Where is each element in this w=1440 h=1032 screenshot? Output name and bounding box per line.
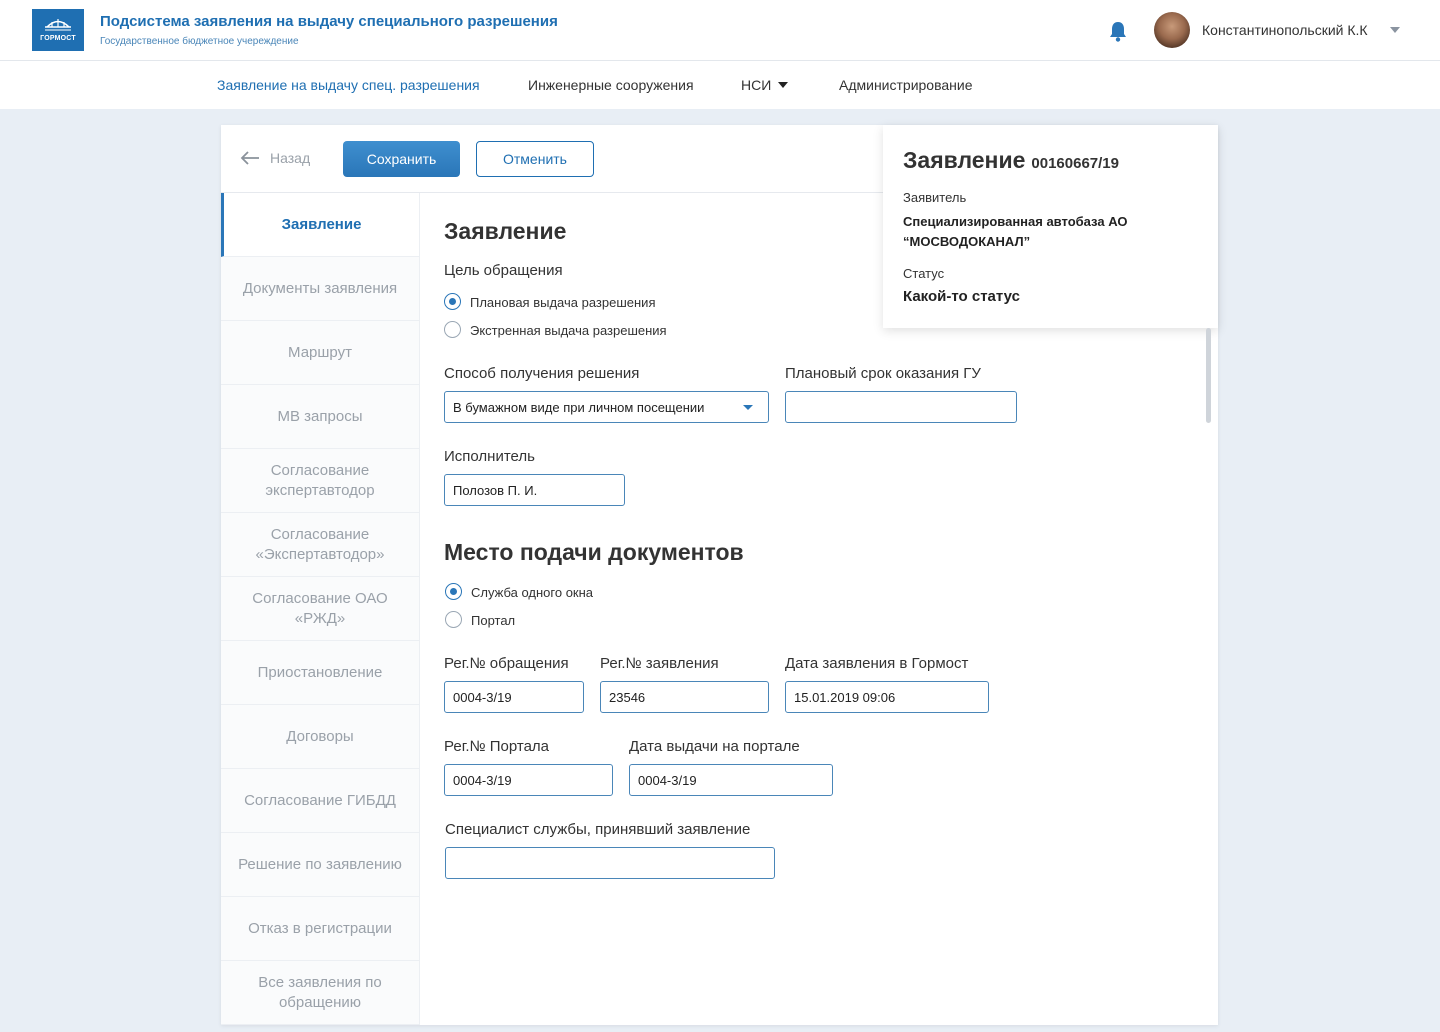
back-button[interactable]: Назад (240, 148, 310, 168)
executor-label: Исполнитель (444, 448, 535, 465)
nav-item-engineering[interactable]: Инженерные сооружения (528, 77, 694, 93)
portal-date-label: Дата выдачи на портале (629, 738, 800, 755)
app-title: Подсистема заявления на выдачу специальн… (100, 13, 558, 30)
reg-statement-label: Рег.№ заявления (600, 655, 719, 672)
specialist-input[interactable] (445, 847, 775, 879)
reg-portal-label: Рег.№ Портала (444, 738, 550, 755)
back-label: Назад (270, 150, 311, 166)
date-label: Дата заявления в Гормост (785, 655, 969, 672)
sidebar-item-application[interactable]: Заявление (221, 193, 419, 257)
radio-portal[interactable] (445, 611, 462, 628)
purpose-label: Цель обращения (444, 262, 563, 279)
arrow-left-icon (240, 151, 259, 165)
applicant-label: Заявитель (903, 190, 967, 205)
method-select-value: В бумажном виде при личном посещении (453, 399, 705, 415)
reg-appeal-input[interactable]: 0004-3/19 (444, 681, 584, 713)
sidebar-item-approval-gibdd[interactable]: Согласование ГИБДД (221, 769, 419, 833)
deadline-input[interactable] (785, 391, 1017, 423)
cancel-button[interactable]: Отменить (476, 141, 594, 177)
info-number: 00160667/19 (1031, 155, 1119, 172)
radio-planned[interactable] (444, 293, 461, 310)
sidebar: Заявление Документы заявления Маршрут МВ… (221, 193, 420, 1025)
reg-statement-input[interactable]: 23546 (600, 681, 769, 713)
reg-portal-input[interactable]: 0004-3/19 (444, 764, 613, 796)
method-label: Способ получения решения (444, 365, 640, 382)
info-title: Заявление 00160667/19 (903, 147, 1119, 174)
app-subtitle: Государственное бюджетное учереждение (100, 36, 299, 47)
logo-text: ГОРМОСТ (40, 35, 76, 42)
sidebar-item-mv-requests[interactable]: МВ запросы (221, 385, 419, 449)
status-label: Статус (903, 266, 945, 281)
sidebar-item-approval-expert[interactable]: Согласование экспертавтодор (221, 449, 419, 513)
method-select[interactable]: В бумажном виде при личном посещении (444, 391, 769, 423)
radio-portal-label[interactable]: Портал (471, 613, 515, 628)
user-name[interactable]: Константинопольский К.К (1202, 22, 1368, 38)
sidebar-item-registration-refusal[interactable]: Отказ в регистрации (221, 897, 419, 961)
section-title: Заявление (444, 218, 567, 244)
user-avatar[interactable] (1154, 12, 1190, 48)
sidebar-item-documents[interactable]: Документы заявления (221, 257, 419, 321)
radio-planned-label[interactable]: Плановая выдача разрешения (470, 295, 655, 310)
app-header: ГОРМОСТ Подсистема заявления на выдачу с… (0, 0, 1440, 61)
sidebar-item-suspension[interactable]: Приостановление (221, 641, 419, 705)
sidebar-item-all-applications[interactable]: Все заявления по обращению (221, 961, 419, 1025)
sidebar-item-contracts[interactable]: Договоры (221, 705, 419, 769)
bell-icon[interactable] (1108, 20, 1128, 42)
chevron-down-icon (743, 405, 753, 410)
nav-item-admin[interactable]: Администрирование (839, 77, 973, 93)
info-title-text: Заявление (903, 147, 1026, 173)
specialist-label: Специалист службы, принявший заявление (445, 821, 751, 838)
place-title: Место подачи документов (444, 539, 744, 565)
save-button[interactable]: Сохранить (343, 141, 460, 177)
radio-single-window[interactable] (445, 583, 462, 600)
radio-single-window-label[interactable]: Служба одного окна (471, 585, 593, 600)
info-panel: Заявление 00160667/19 Заявитель Специализ… (883, 125, 1218, 328)
deadline-label: Плановый срок оказания ГУ (785, 365, 981, 382)
status-value: Какой-то статус (903, 288, 1020, 305)
applicant-value: Специализированная автобаза АО “МОСВОДОК… (903, 214, 1128, 249)
main-nav: Заявление на выдачу спец. разрешения Инж… (0, 61, 1440, 109)
date-input[interactable]: 15.01.2019 09:06 (785, 681, 989, 713)
nav-item-application[interactable]: Заявление на выдачу спец. разрешения (217, 77, 480, 93)
sidebar-item-approval-expertavtodor[interactable]: Согласование «Экспертавтодор» (221, 513, 419, 577)
executor-input[interactable]: Полозов П. И. (444, 474, 625, 506)
gormost-logo[interactable]: ГОРМОСТ (32, 9, 84, 51)
sidebar-item-route[interactable]: Маршрут (221, 321, 419, 385)
chevron-down-icon[interactable] (1390, 27, 1400, 33)
portal-date-input[interactable]: 0004-3/19 (629, 764, 833, 796)
nsi-chevron-down-icon[interactable] (778, 82, 788, 88)
reg-appeal-label: Рег.№ обращения (444, 655, 569, 672)
radio-emergency-label[interactable]: Экстренная выдача разрешения (470, 323, 667, 338)
radio-emergency[interactable] (444, 321, 461, 338)
sidebar-item-approval-rzd[interactable]: Согласование ОАО «РЖД» (221, 577, 419, 641)
sidebar-item-decision[interactable]: Решение по заявлению (221, 833, 419, 897)
scrollbar[interactable] (1206, 328, 1211, 423)
nav-item-nsi[interactable]: НСИ (741, 77, 771, 93)
bridge-icon (45, 19, 71, 31)
